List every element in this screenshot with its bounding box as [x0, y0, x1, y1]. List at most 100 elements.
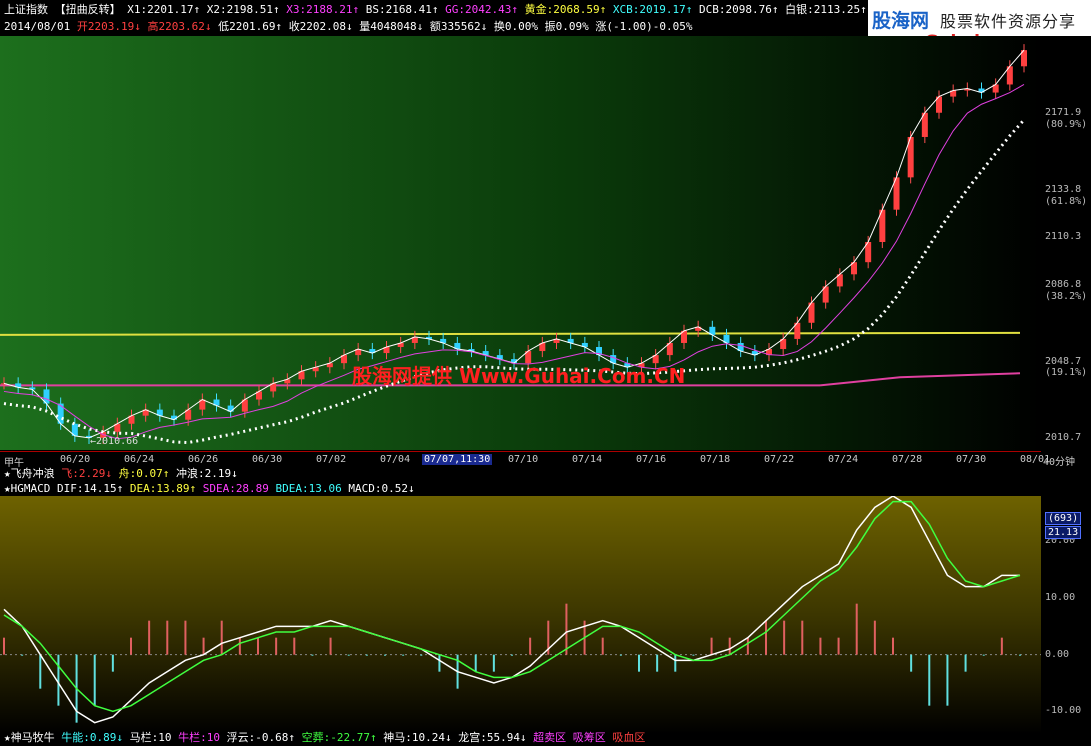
macd-bar-6 [111, 654, 114, 672]
ind1-value-0: 飞:2.29↓ [61, 467, 112, 480]
macd-bar-48 [873, 620, 876, 655]
macd-bar-10 [184, 620, 187, 655]
macd-bar-21 [384, 654, 386, 656]
ind2-value-4: MACD:0.52↓ [341, 482, 415, 495]
indicator2-name[interactable]: ★HGMACD [4, 482, 50, 495]
bottom-value-4: 空葬:-22.77↑ [294, 731, 377, 744]
date-label-10: 07/18 [700, 454, 731, 465]
macd-bar-39 [710, 637, 713, 655]
dotted-trend-line [3, 118, 1026, 445]
price-tick-8: (19.1%) [1045, 367, 1088, 379]
dea-line [3, 500, 1021, 713]
macd-bar-31 [565, 603, 568, 655]
top-value-1: X2:2198.51↑ [200, 3, 280, 16]
ind2-value-0: DIF:14.15↑ [56, 482, 124, 495]
bottom-indicator-bar: ★神马牧牛 牛能:0.89↓ 马栏:10 牛栏:10 浮云:-0.68↑ 空葬:… [4, 730, 645, 746]
macd-bar-43 [783, 620, 786, 655]
top-value-5: 黄金:2068.59↑ [518, 3, 607, 16]
macd-bar-37 [674, 654, 677, 672]
indicator-mode[interactable]: 【扭曲反转】 [55, 3, 121, 16]
macd-tick-3: -10.00 [1045, 705, 1082, 717]
indicator1-name[interactable]: ★飞舟冲浪 [4, 467, 55, 480]
top-value-7: DCB:2098.76↑ [692, 3, 779, 16]
date-label-12: 07/24 [828, 454, 859, 465]
logo-brand: 股海网 [872, 10, 930, 32]
bottom-value-8: 吸筹区 [566, 731, 606, 744]
bottom-value-1: 马栏:10 [123, 731, 172, 744]
macd-chart-svg [0, 495, 1041, 724]
macd-bar-9 [166, 620, 169, 655]
amount-value: 额335562↓ [429, 20, 488, 33]
top-indicator-values: X1:2201.17↑ X2:2198.51↑ X3:2188.21↑ BS:2… [127, 3, 928, 16]
bottom-indicator-name[interactable]: ★神马牧牛 [4, 731, 55, 744]
macd-bar-23 [420, 654, 423, 656]
indicator1-values: 飞:2.29↓ 舟:0.07↑ 冲浪:2.19↓ [61, 467, 237, 480]
indicator2-bar: ★HGMACD DIF:14.15↑ DEA:13.89↑ SDEA:28.89… [4, 481, 415, 497]
price-tick-5: 2086.8 [1045, 278, 1082, 290]
bottom-value-0: 牛能:0.89↓ [61, 731, 123, 744]
date-label-11: 07/22 [764, 454, 795, 465]
top-value-4: GG:2042.43↑ [438, 3, 519, 16]
macd-bar-12 [220, 620, 223, 655]
date-label-7: 07/10 [508, 454, 539, 465]
macd-bar-16 [293, 637, 296, 655]
open-value: 开2203.19↓ [76, 20, 141, 33]
bottom-value-2: 牛栏:10 [171, 731, 220, 744]
low-marker: ←2010.66 [90, 436, 138, 447]
macd-bar-3 [57, 654, 60, 706]
watermark-text: 股海网提供 Www.Guhai.Com.CN [352, 364, 686, 388]
date-label-5: 07/04 [380, 454, 411, 465]
macd-bar-49 [892, 637, 894, 655]
ind1-value-2: 冲浪:2.19↓ [169, 467, 238, 480]
top-value-8: 白银:2113.25↑ [778, 3, 867, 16]
macd-tick-1: 10.00 [1045, 592, 1076, 603]
macd-bar-28 [511, 654, 513, 656]
ind2-value-1: DEA:13.89↑ [123, 482, 197, 495]
macd-bar-19 [347, 654, 350, 656]
date-label-14: 07/30 [956, 454, 987, 465]
price-tick-3: (61.8%) [1045, 195, 1088, 207]
macd-bar-11 [202, 637, 205, 655]
macd-bar-42 [765, 620, 767, 655]
amplitude-value: 振0.09% [544, 20, 589, 33]
macd-panel[interactable] [0, 495, 1041, 734]
macd-badge-value: 21.13 [1045, 526, 1082, 539]
macd-badge-count: (693) [1045, 512, 1082, 525]
macd-bar-34 [619, 654, 622, 656]
bottom-indicator-values: 牛能:0.89↓ 马栏:10 牛栏:10 浮云:-0.68↑ 空葬:-22.77… [61, 731, 645, 744]
date-label-3: 06/30 [252, 454, 283, 465]
close-value: 收2202.08↓ [288, 20, 353, 33]
ind1-value-1: 舟:0.07↑ [112, 467, 170, 480]
price-tick-2: 2133.8 [1045, 183, 1082, 195]
price-tick-4: 2110.3 [1045, 231, 1082, 243]
price-tick-9: 2010.7 [1045, 432, 1082, 444]
macd-bar-27 [492, 654, 495, 672]
date-label-8: 07/14 [572, 454, 603, 465]
macd-bar-0 [3, 637, 5, 655]
macd-bar-41 [746, 637, 749, 655]
macd-bar-22 [402, 654, 405, 656]
high-value: 高2203.62↓ [147, 20, 212, 33]
macd-bar-8 [148, 620, 151, 655]
low-value: 低2201.69↑ [218, 20, 283, 33]
price-tick-0: 2171.9 [1045, 106, 1082, 118]
macd-bar-46 [837, 637, 840, 655]
macd-bar-36 [656, 654, 659, 672]
macd-bar-38 [692, 654, 695, 656]
top-value-2: X3:2188.21↑ [279, 3, 360, 16]
date-label-1: 06/24 [124, 454, 155, 465]
macd-bar-26 [474, 654, 477, 672]
macd-bar-14 [257, 637, 259, 655]
price-tick-7: 2048.7 [1045, 355, 1082, 367]
period-label[interactable]: 40分钟 [1043, 453, 1075, 468]
macd-bar-45 [819, 637, 822, 655]
macd-bar-2 [39, 654, 42, 689]
date-label-13: 07/28 [892, 454, 923, 465]
indicator1-bar: ★飞舟冲浪 飞:2.29↓ 舟:0.07↑ 冲浪:2.19↓ [4, 466, 238, 482]
indicator2-values: DIF:14.15↑ DEA:13.89↑ SDEA:28.89 BDEA:13… [57, 482, 415, 495]
macd-bar-44 [801, 620, 804, 655]
top-value-0: X1:2201.17↑ [127, 3, 201, 16]
macd-bar-18 [329, 637, 332, 655]
macd-bar-51 [928, 654, 931, 706]
macd-bar-54 [982, 654, 985, 656]
